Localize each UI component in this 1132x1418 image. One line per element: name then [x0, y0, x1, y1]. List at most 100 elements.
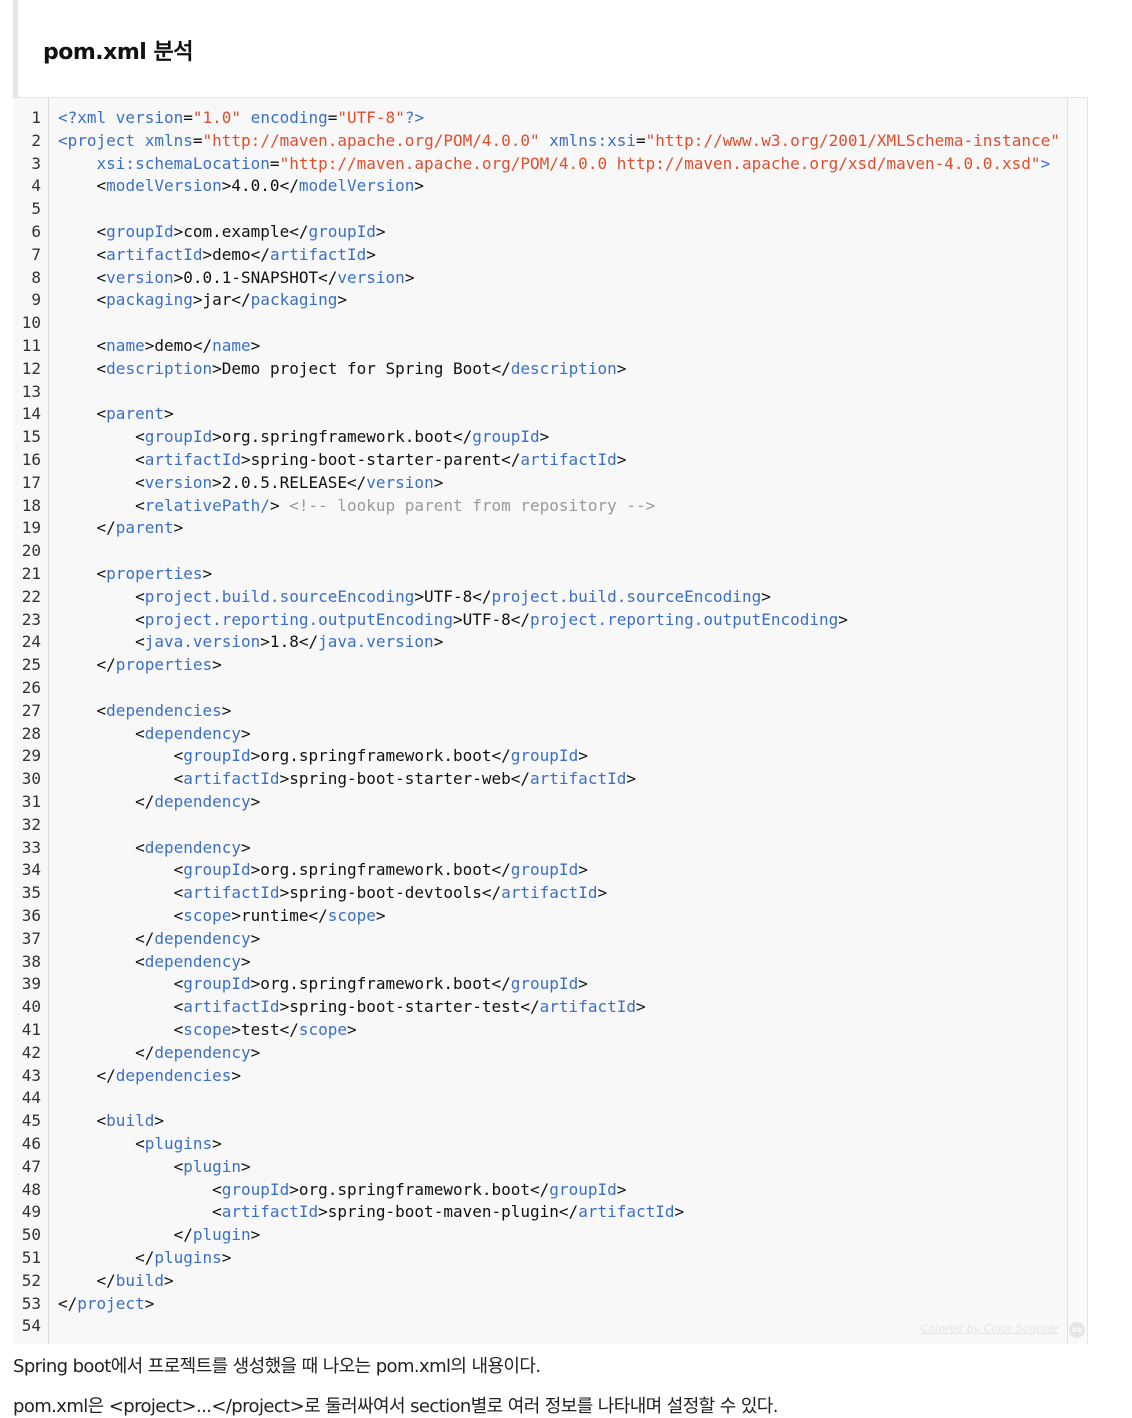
code-line: <groupId>org.springframework.boot</group… [58, 745, 588, 768]
code-line: xsi:schemaLocation="http://maven.apache.… [58, 153, 1051, 176]
line-number: 26 [21, 678, 41, 697]
code-token: > [250, 1042, 261, 1062]
code-token: parent [115, 518, 174, 538]
code-line: <relativePath/> <!-- lookup parent from … [58, 495, 655, 518]
code-token: groupId [183, 974, 251, 994]
code-token: >runtime</ [231, 906, 328, 925]
code-line: <build> [58, 1110, 164, 1133]
code-token: < [58, 609, 145, 629]
code-token: >UTF-8</ [452, 609, 531, 629]
color-scripter-credit-link[interactable]: Colored by Color Scripter [921, 1322, 1059, 1335]
code-token: < [58, 1020, 184, 1039]
code-token: build [115, 1270, 164, 1290]
code-token: >4.0.0</ [221, 176, 299, 196]
code-token: < [58, 1202, 222, 1222]
code-token: groupId [472, 427, 540, 447]
code-token: > [838, 609, 848, 629]
code-token: description [510, 358, 617, 378]
line-number: 13 [21, 381, 41, 401]
code-token: version [144, 472, 213, 492]
code-token: > [337, 290, 348, 310]
code-token: = [636, 130, 646, 150]
code-token: dependency [154, 792, 251, 811]
code-token: < [58, 837, 145, 857]
code-line: <parent> [58, 403, 174, 426]
code-token: >1.8</ [260, 632, 319, 652]
code-line: <groupId>org.springframework.boot</group… [58, 426, 549, 449]
code-token: groupId [510, 974, 579, 994]
line-number: 42 [21, 1042, 41, 1062]
code-token: = [192, 130, 203, 150]
line-number: 46 [21, 1134, 41, 1153]
code-token: < [58, 358, 107, 378]
code-token: </ [58, 1225, 193, 1245]
line-number: 39 [21, 974, 41, 994]
line-number: 48 [21, 1179, 41, 1199]
code-line: <plugins> [58, 1133, 222, 1156]
code-token: > [433, 472, 444, 492]
line-number: 34 [21, 860, 41, 880]
code-line: <project.reporting.outputEncoding>UTF-8<… [58, 609, 848, 632]
code-token: > [635, 997, 646, 1017]
line-number: 27 [21, 700, 41, 720]
line-number: 47 [21, 1156, 41, 1176]
code-token: </ [58, 792, 155, 811]
line-number: 51 [21, 1248, 41, 1267]
code-token: < [58, 222, 107, 241]
code-token: </ [58, 1065, 116, 1085]
code-line: <artifactId>spring-boot-starter-test</ar… [58, 996, 646, 1019]
code-token: properties [115, 655, 213, 675]
code-token: > [626, 769, 636, 789]
code-token: groupId [144, 427, 213, 447]
code-token: < [58, 1156, 184, 1176]
line-number: 17 [21, 472, 41, 492]
code-line: <packaging>jar</packaging> [58, 289, 347, 312]
code-token: <!-- lookup parent from repository --> [289, 495, 656, 515]
code-line: </dependencies> [58, 1065, 242, 1088]
code-token: version [106, 267, 174, 287]
line-number: 29 [21, 746, 41, 766]
code-token: artifactId [520, 450, 617, 469]
code-token: <project [58, 130, 145, 150]
code-token: < [58, 906, 184, 925]
line-number: 4 [31, 176, 41, 196]
code-token: > [375, 222, 386, 241]
code-line: <name>demo</name> [58, 335, 261, 358]
code-token: >spring-boot-maven-plugin</ [318, 1202, 579, 1222]
code-token: artifactId [539, 997, 636, 1017]
description-paragraph-1: Spring boot에서 프로젝트를 생성했을 때 나오는 pom.xml의 … [13, 1356, 541, 1377]
code-token: > [144, 1293, 155, 1313]
code-line: <scope>test</scope> [58, 1019, 357, 1042]
code-token: > [597, 883, 608, 903]
code-token: > [154, 1111, 164, 1131]
line-number: 25 [21, 655, 41, 675]
code-token: > [250, 1225, 261, 1245]
code-line: <groupId>com.example</groupId> [58, 221, 386, 244]
line-number: 2 [31, 130, 41, 150]
code-token: "http://maven.apache.org/POM/4.0.0" [202, 130, 540, 150]
code-token: artifactId [144, 450, 242, 469]
code-token: </ [58, 1042, 155, 1062]
code-token: </ [58, 655, 116, 675]
code-token: packaging [250, 290, 338, 310]
line-number: 9 [31, 290, 41, 310]
code-token: >spring-boot-starter-web</ [279, 769, 531, 789]
code-token: "1.0" [192, 108, 242, 127]
code-token: < [58, 700, 107, 720]
code-token: < [58, 450, 145, 469]
code-token: artifactId [183, 883, 280, 903]
code-token: ?> [404, 108, 425, 127]
code-token: >0.0.1-SNAPSHOT</ [173, 267, 338, 287]
code-token: < [58, 951, 145, 971]
code-line: <dependency> [58, 951, 251, 974]
code-token: < [58, 883, 184, 903]
code-token: > [616, 1179, 627, 1199]
code-token: groupId [510, 746, 579, 766]
code-token: parent [106, 404, 164, 424]
code-token: > [347, 1020, 357, 1039]
line-number: 28 [21, 723, 41, 743]
code-token: artifactId [501, 883, 598, 903]
code-token: project.build.sourceEncoding [144, 586, 415, 606]
line-number: 37 [21, 928, 41, 948]
code-token: >demo</ [202, 244, 270, 264]
